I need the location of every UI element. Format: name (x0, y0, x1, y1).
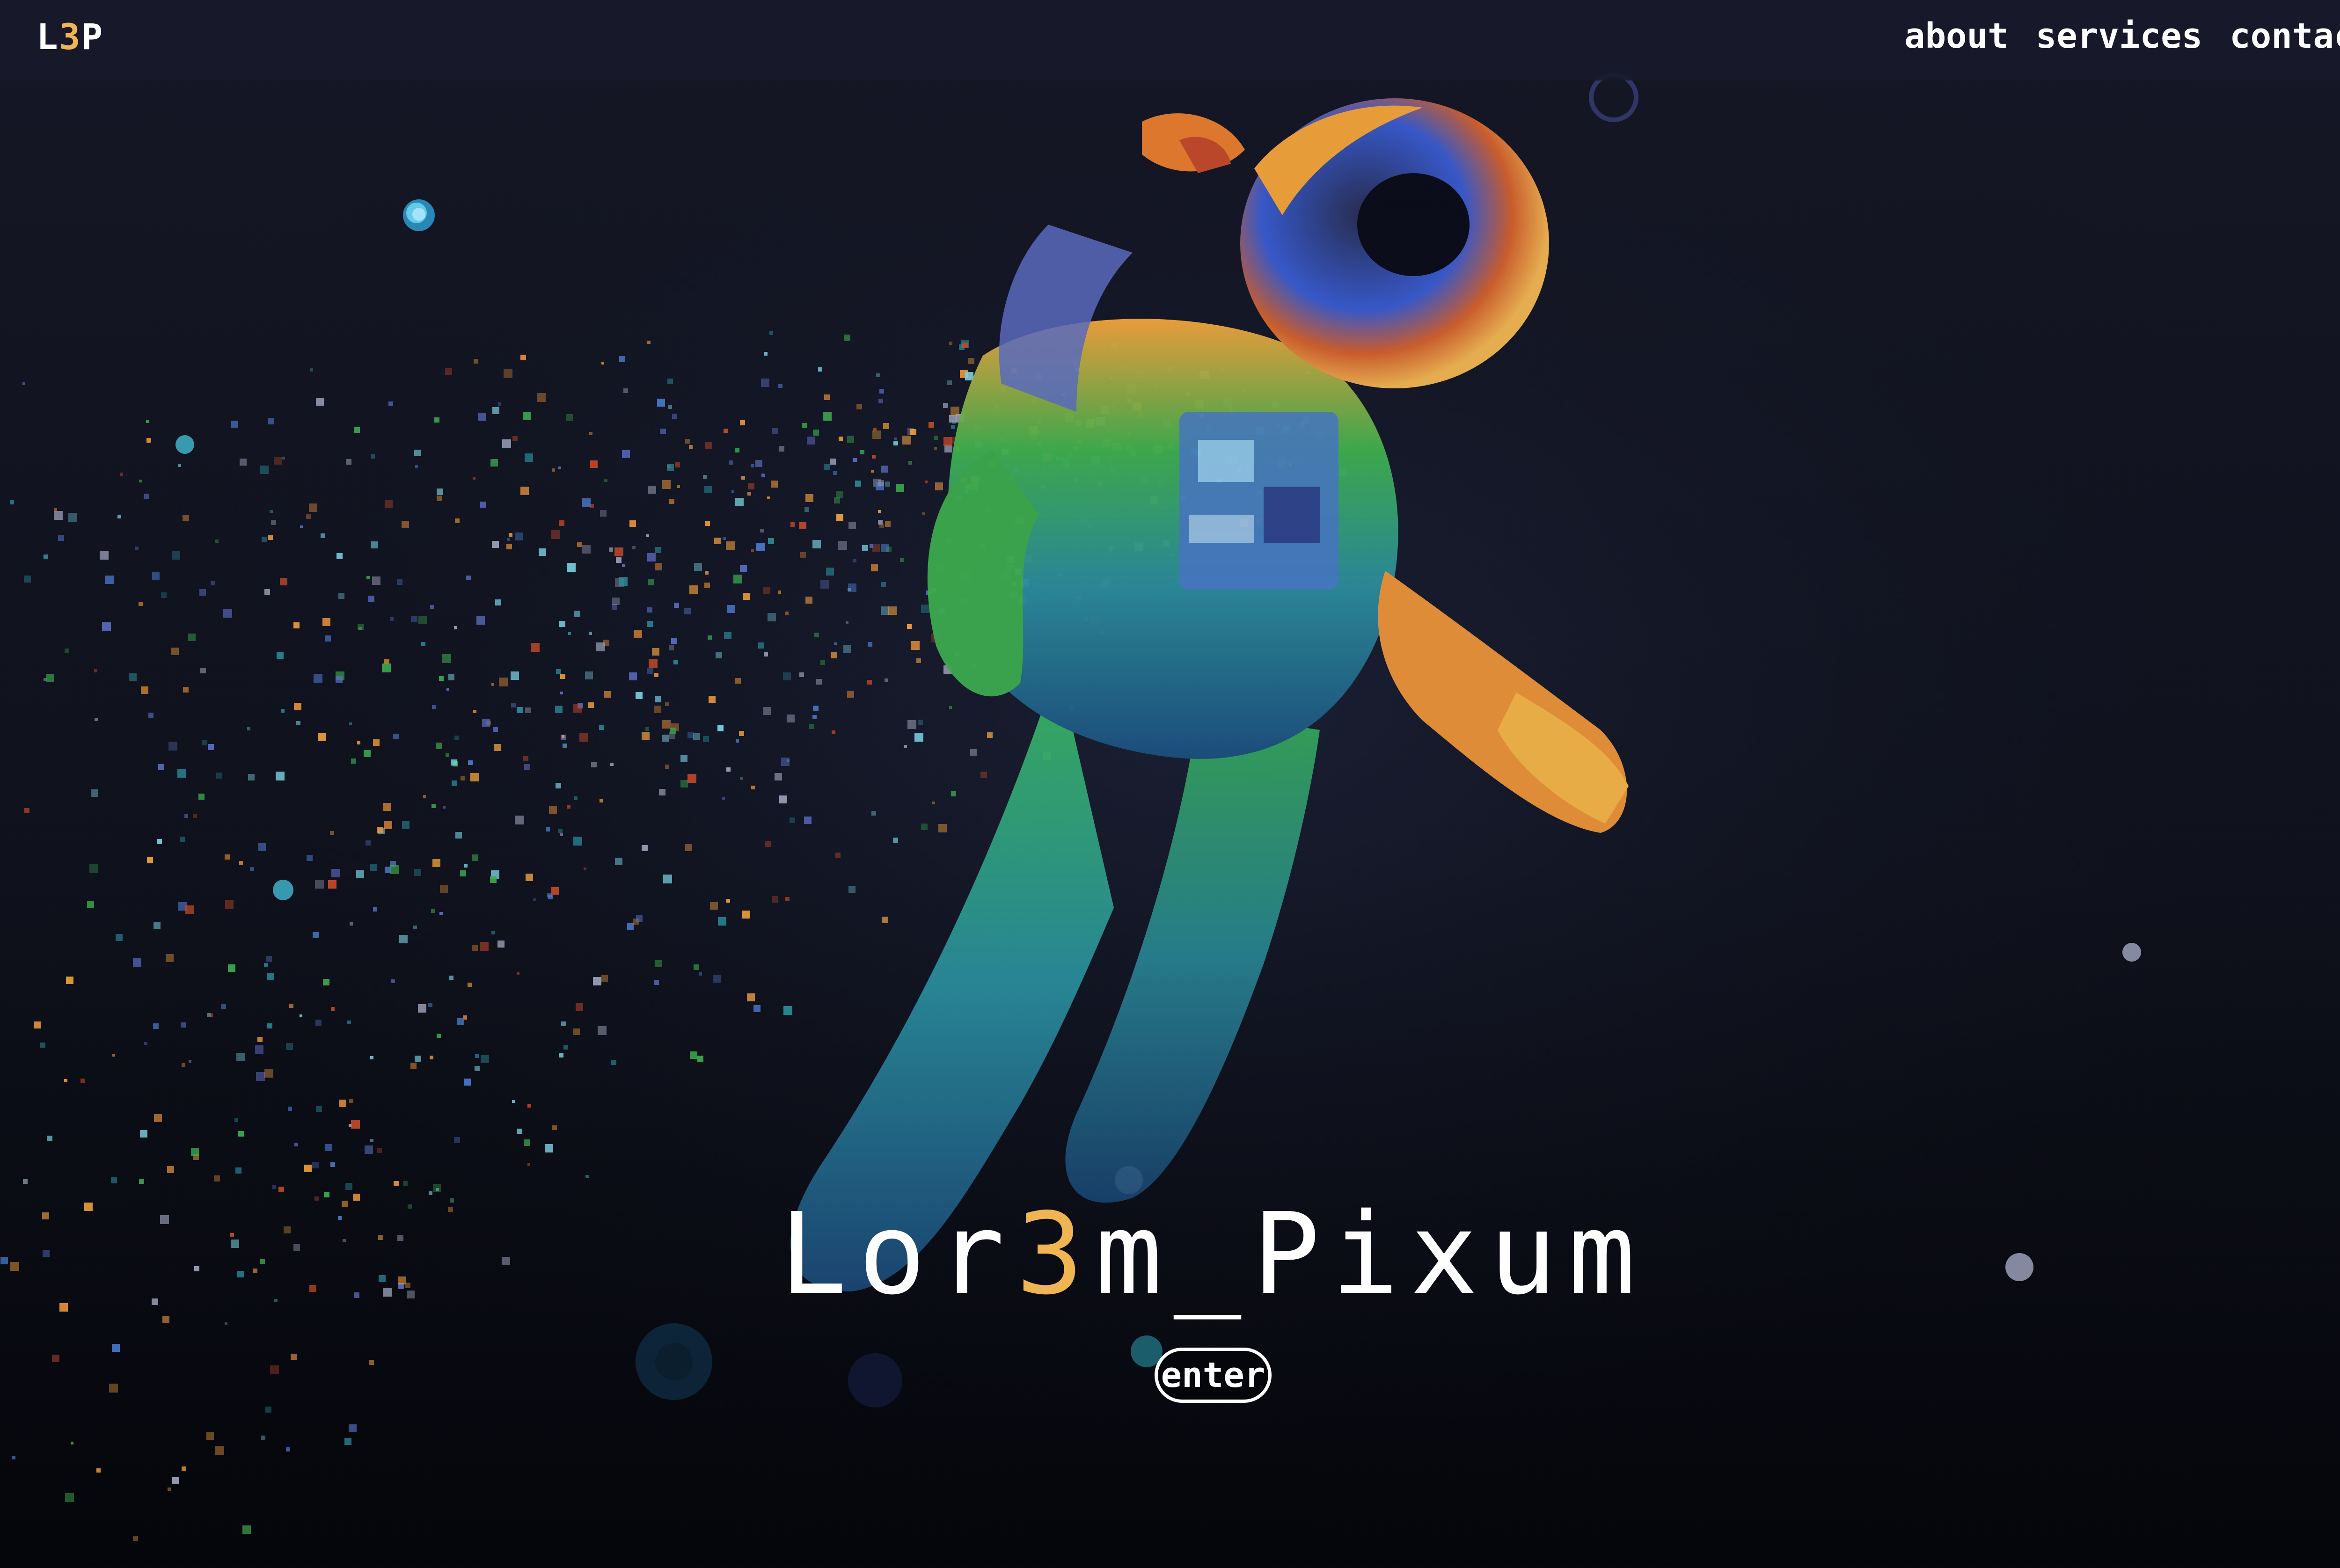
main-navigation: about services contact (1904, 16, 2340, 56)
logo-accent: 3 (58, 16, 81, 58)
nav-link-contact[interactable]: contact (2230, 16, 2340, 56)
site-logo[interactable]: L3P (37, 16, 103, 58)
logo-prefix: L (37, 16, 59, 58)
hero-title-accent: 3 (1016, 1189, 1095, 1320)
hero-title: Lor3m_Pixum (0, 1189, 2340, 1320)
hero-title-suffix: m_Pixum (1095, 1189, 1647, 1320)
nav-link-services[interactable]: services (2036, 16, 2202, 56)
hero-title-prefix: Lor (779, 1189, 1016, 1320)
enter-button[interactable]: enter (1155, 1348, 1272, 1403)
hero-background (0, 0, 2340, 1568)
nav-link-about[interactable]: about (1904, 16, 2009, 56)
logo-suffix: P (81, 16, 104, 58)
